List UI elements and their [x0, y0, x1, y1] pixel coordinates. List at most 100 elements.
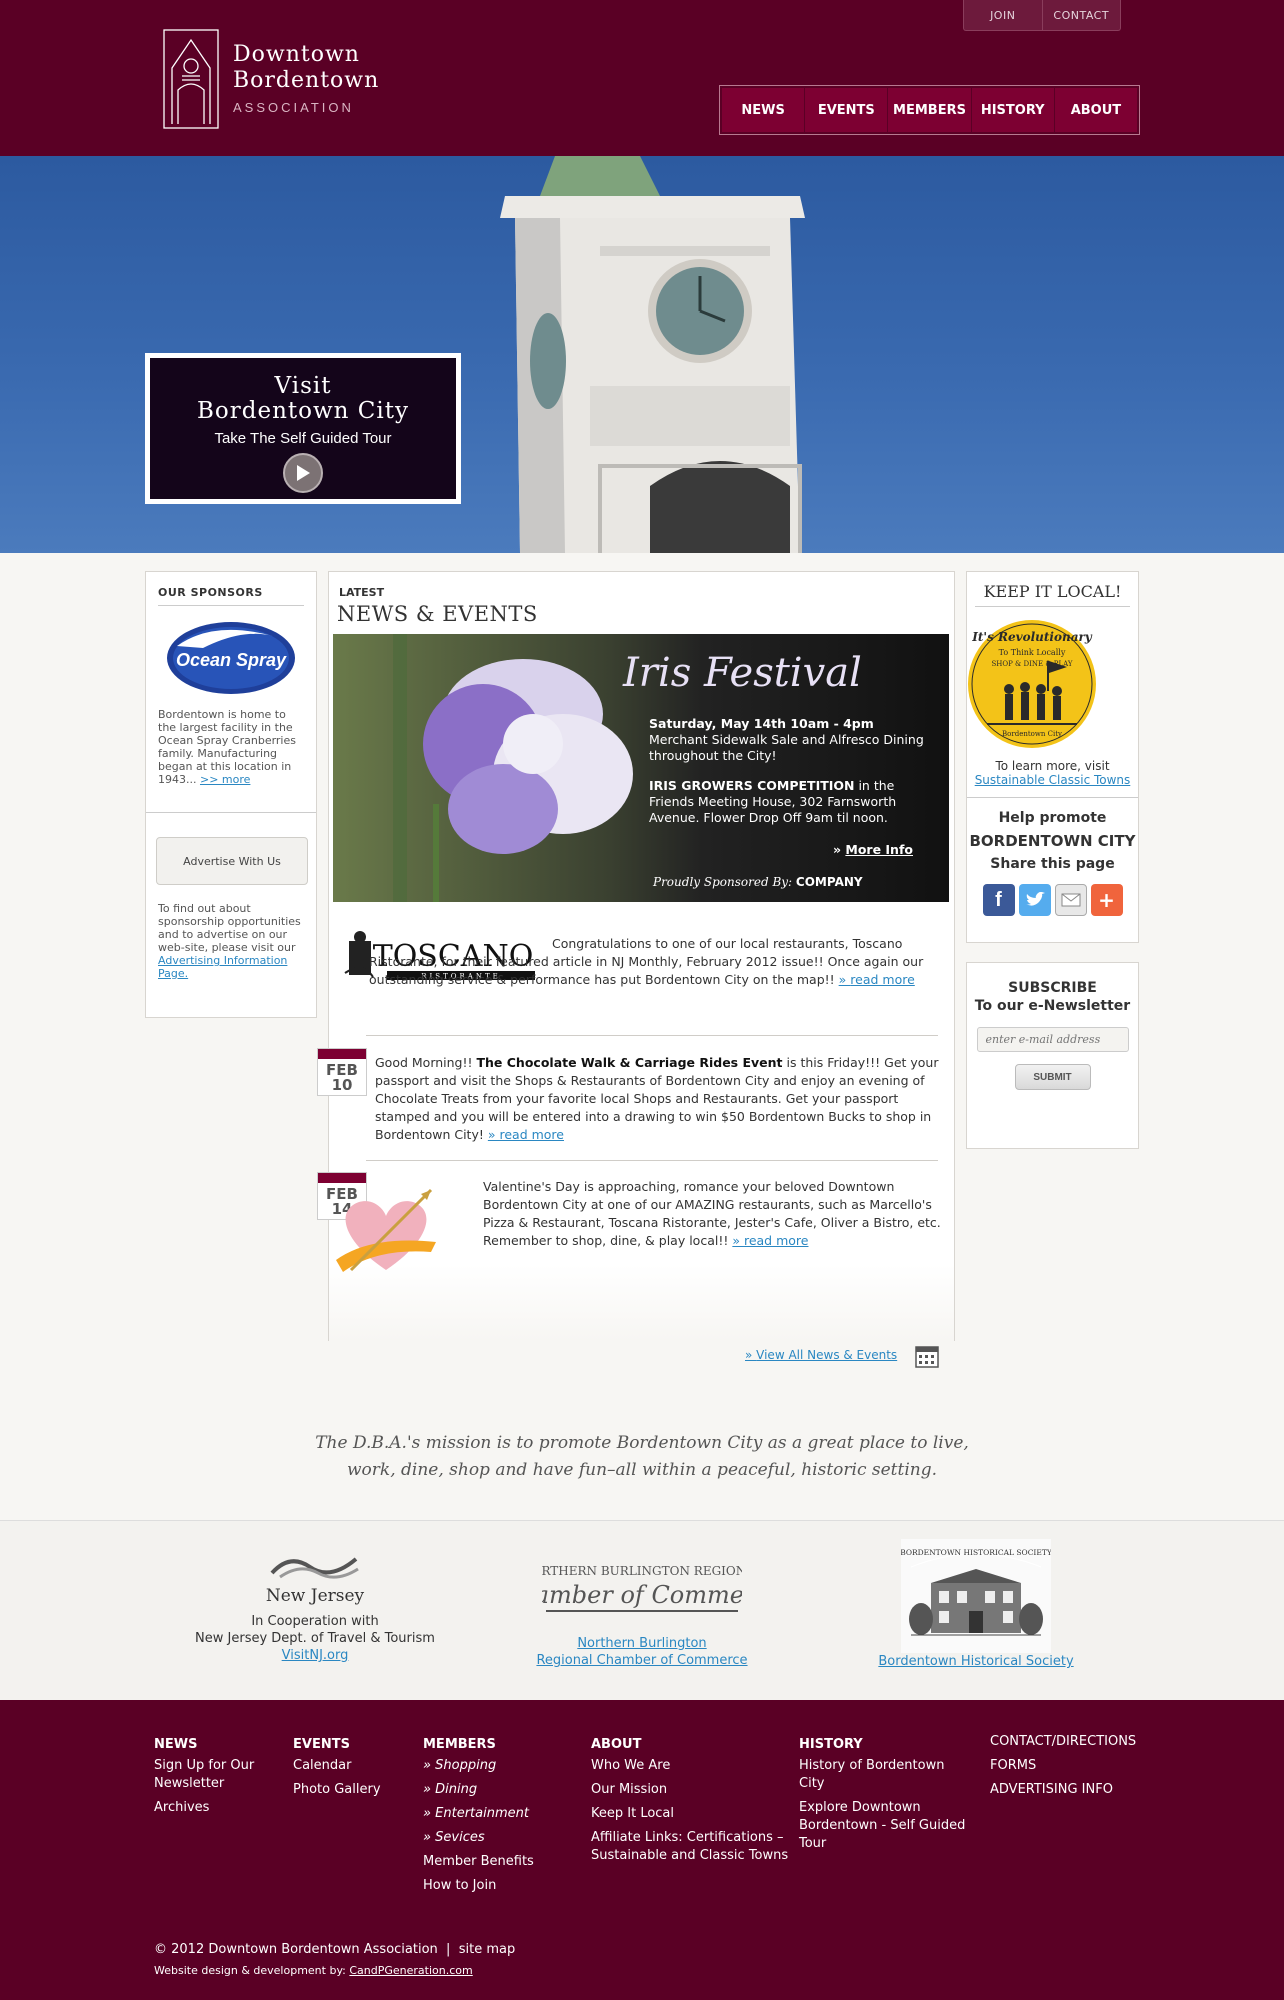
- twitter-icon[interactable]: [1018, 884, 1051, 916]
- footer-heading-history[interactable]: HISTORY: [799, 1733, 969, 1757]
- view-all-news-label: View All News & Events: [756, 1348, 898, 1362]
- email-field[interactable]: [976, 1027, 1129, 1052]
- footer-link-keep-it-local[interactable]: Keep It Local: [591, 1805, 791, 1823]
- chamber-link-line1[interactable]: Northern Burlington: [577, 1636, 706, 1651]
- toscano-read-more-link[interactable]: » read more: [839, 972, 915, 987]
- footer-link-contact-directions[interactable]: CONTACT/DIRECTIONS: [990, 1733, 1140, 1751]
- footer-heading-about[interactable]: ABOUT: [591, 1733, 791, 1757]
- visitnj-link[interactable]: VisitNJ.org: [282, 1648, 349, 1663]
- revolutionary-badge[interactable]: It's Revolutionary To Think Locally SHOP…: [967, 619, 1097, 749]
- iris-festival-banner[interactable]: Iris Festival Saturday, May 14th 10am - …: [333, 634, 949, 902]
- chocolate-read-more-link[interactable]: » read more: [488, 1127, 564, 1142]
- calendar-icon[interactable]: [915, 1344, 939, 1368]
- footer-link-dining[interactable]: » Dining: [423, 1781, 563, 1799]
- join-link[interactable]: JOIN: [964, 0, 1042, 30]
- keep-learn-text: To learn more, visit: [995, 759, 1110, 773]
- footer-link-affiliate-links[interactable]: Affiliate Links: Certifications – Sustai…: [591, 1829, 791, 1865]
- ocean-spray-logo[interactable]: Ocean Spray: [163, 618, 299, 698]
- footer-link-shopping[interactable]: » Shopping: [423, 1757, 563, 1775]
- historical-society-logo[interactable]: BORDENTOWN HISTORICAL SOCIETY: [901, 1539, 1051, 1653]
- chocolate-walk-intro: Good Morning!!: [375, 1055, 477, 1070]
- footer-heading-news[interactable]: NEWS: [154, 1733, 274, 1757]
- footer-link-archives[interactable]: Archives: [154, 1799, 274, 1817]
- nav-members[interactable]: MEMBERS: [887, 88, 971, 132]
- logo-text[interactable]: Downtown Bordentown ASSOCIATION: [233, 42, 379, 115]
- nav-about[interactable]: ABOUT: [1053, 88, 1138, 132]
- chamber-link-line2[interactable]: Regional Chamber of Commerce: [536, 1653, 747, 1668]
- festival-sale-text: Merchant Sidewalk Sale and Alfresco Dini…: [649, 732, 924, 763]
- top-utility-bar: JOIN CONTACT: [963, 0, 1121, 31]
- logo-line-1: Downtown: [233, 42, 360, 67]
- chocolate-read-more-label: read more: [499, 1127, 564, 1142]
- main-nav: NEWS EVENTS MEMBERS HISTORY ABOUT: [719, 85, 1140, 135]
- footer-link-dining-label: Dining: [435, 1782, 478, 1797]
- footer-heading-members[interactable]: MEMBERS: [423, 1733, 563, 1757]
- view-all-news-link[interactable]: » View All News & Events: [745, 1348, 897, 1362]
- latest-label: LATEST: [339, 586, 385, 599]
- divider: [366, 1160, 938, 1161]
- historical-society-link[interactable]: Bordentown Historical Society: [878, 1654, 1073, 1669]
- advertising-info-link[interactable]: Advertising Information Page.: [158, 954, 287, 980]
- partner-chamber-of-commerce: NORTHERN BURLINGTON REGIONAL Chamber of …: [517, 1553, 767, 1669]
- footer-link-services-label: Sevices: [435, 1830, 485, 1845]
- footer-link-services[interactable]: » Sevices: [423, 1829, 563, 1847]
- footer-link-calendar[interactable]: Calendar: [293, 1757, 403, 1775]
- mission-line-2: work, dine, shop and have fun–all within…: [346, 1460, 937, 1480]
- nav-history[interactable]: HISTORY: [970, 88, 1054, 132]
- chamber-of-commerce-logo[interactable]: NORTHERN BURLINGTON REGIONAL Chamber of …: [542, 1553, 742, 1623]
- clock-tower-logo-icon[interactable]: [160, 28, 222, 130]
- email-share-icon[interactable]: [1054, 884, 1087, 916]
- nav-news[interactable]: NEWS: [722, 88, 805, 132]
- copyright: © 2012 Downtown Bordentown Association |…: [154, 1942, 516, 1957]
- footer-link-advertising-info[interactable]: ADVERTISING INFO: [990, 1781, 1140, 1799]
- hero-banner: Visit Bordentown City Take The Self Guid…: [0, 156, 1284, 553]
- footer-link-member-benefits[interactable]: Member Benefits: [423, 1853, 563, 1871]
- footer-link-history-of-bordentown[interactable]: History of Bordentown City: [799, 1757, 969, 1793]
- footer-link-photo-gallery[interactable]: Photo Gallery: [293, 1781, 403, 1799]
- sponsor-description: Bordentown is home to the largest facili…: [158, 708, 304, 786]
- design-credit-text: Website design & development by:: [154, 1964, 346, 1977]
- advertise-description-text: To find out about sponsorship opportunit…: [158, 902, 301, 954]
- site-map-link[interactable]: site map: [459, 1942, 516, 1957]
- news-item-chocolate-walk: Good Morning!! The Chocolate Walk & Carr…: [375, 1054, 941, 1144]
- new-jersey-logo[interactable]: New Jersey: [260, 1551, 370, 1607]
- sponsor-more-link[interactable]: >> more: [200, 773, 250, 786]
- divider: [366, 1035, 938, 1036]
- sponsor-company: COMPANY: [795, 875, 863, 889]
- promote-line-3: Share this page: [990, 856, 1115, 872]
- logo-line-2: Bordentown: [233, 68, 380, 93]
- promo-title-line1: Visit: [274, 373, 332, 399]
- footer-link-entertainment[interactable]: » Entertainment: [423, 1805, 563, 1823]
- promo-title-line2: Bordentown City: [197, 398, 409, 424]
- footer-col-contact: CONTACT/DIRECTIONS FORMS ADVERTISING INF…: [990, 1733, 1140, 1805]
- mission-statement: The D.B.A.'s mission is to promote Borde…: [0, 1430, 1284, 1484]
- sponsored-by-label: Proudly Sponsored By:: [653, 875, 793, 889]
- footer-col-news: NEWS Sign Up for Our Newsletter Archives: [154, 1733, 274, 1823]
- footer-col-members: MEMBERS » Shopping » Dining » Entertainm…: [423, 1733, 563, 1901]
- footer-heading-events[interactable]: EVENTS: [293, 1733, 403, 1757]
- footer-link-forms[interactable]: FORMS: [990, 1757, 1140, 1775]
- self-guided-tour-promo[interactable]: Visit Bordentown City Take The Self Guid…: [145, 353, 461, 504]
- facebook-icon[interactable]: f: [982, 884, 1015, 916]
- partner-new-jersey: New Jersey In Cooperation with New Jerse…: [190, 1551, 440, 1664]
- contact-link[interactable]: CONTACT: [1041, 0, 1121, 30]
- footer-col-history: HISTORY History of Bordentown City Explo…: [799, 1733, 969, 1859]
- badge-line-4: Bordentown City: [1002, 730, 1062, 738]
- valentines-read-more-link[interactable]: » read more: [732, 1233, 808, 1248]
- footer-link-newsletter[interactable]: Sign Up for Our Newsletter: [154, 1757, 274, 1793]
- submit-button[interactable]: SUBMIT: [1014, 1064, 1091, 1090]
- footer-link-self-guided-tour[interactable]: Explore Downtown Bordentown - Self Guide…: [799, 1799, 969, 1853]
- footer-link-how-to-join[interactable]: How to Join: [423, 1877, 563, 1895]
- advertise-description: To find out about sponsorship opportunit…: [158, 902, 308, 980]
- footer-link-our-mission[interactable]: Our Mission: [591, 1781, 791, 1799]
- candpgeneration-link[interactable]: CandPGeneration.com: [349, 1964, 472, 1977]
- more-share-icon[interactable]: +: [1090, 884, 1123, 916]
- badge-line-1: It's Revolutionary: [971, 630, 1093, 644]
- festival-more-info-link[interactable]: More Info: [845, 842, 913, 857]
- footer-link-who-we-are[interactable]: Who We Are: [591, 1757, 791, 1775]
- copyright-text: © 2012 Downtown Bordentown Association: [154, 1942, 438, 1957]
- nav-events[interactable]: EVENTS: [804, 88, 888, 132]
- play-icon[interactable]: [283, 453, 323, 493]
- advertise-button[interactable]: Advertise With Us: [156, 837, 308, 885]
- sustainable-classic-towns-link[interactable]: Sustainable Classic Towns: [975, 773, 1131, 787]
